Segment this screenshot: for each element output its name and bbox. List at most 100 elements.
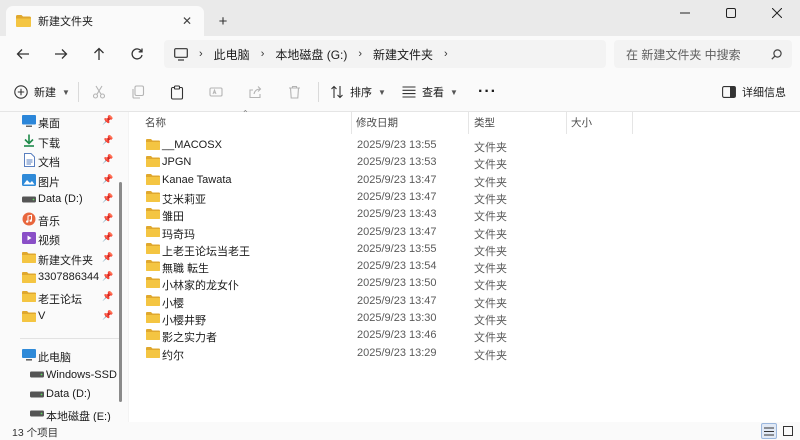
file-name[interactable]: 雏田 <box>162 208 184 224</box>
address-bar[interactable]: › 此电脑 › 本地磁盘 (G:) › 新建文件夹 › <box>164 40 606 68</box>
view-list-icon <box>402 86 416 98</box>
sidebar-item-documents[interactable]: 文档 📌 <box>0 151 118 170</box>
folder-icon <box>146 225 160 240</box>
column-header-type[interactable]: 类型 <box>474 115 495 130</box>
minimize-button[interactable] <box>662 0 708 26</box>
paste-button[interactable] <box>170 80 184 104</box>
file-name[interactable]: JPGN <box>162 156 191 168</box>
view-button-label: 查看 <box>422 87 444 99</box>
file-name[interactable]: 小樱井野 <box>162 312 206 328</box>
breadcrumb-drive-g[interactable]: 本地磁盘 (G:) <box>275 46 347 63</box>
sidebar-item-v[interactable]: V 📌 <box>0 307 118 326</box>
close-tab-button[interactable]: ✕ <box>176 10 198 32</box>
file-row[interactable]: 上老王论坛当老王 2025/9/23 13:55 文件夹 <box>129 241 800 258</box>
share-button[interactable] <box>248 80 262 104</box>
pin-icon: 📌 <box>102 193 114 203</box>
new-tab-button[interactable]: + <box>212 10 234 32</box>
file-row[interactable]: 影之实力者 2025/9/23 13:46 文件夹 <box>129 327 800 344</box>
file-name[interactable]: Kanae Tawata <box>162 174 232 186</box>
folder-icon <box>146 156 160 170</box>
file-row[interactable]: 艾米莉亚 2025/9/23 13:47 文件夹 <box>129 189 800 206</box>
refresh-button[interactable] <box>118 39 156 69</box>
sidebar-item-downloads[interactable]: 下载 📌 <box>0 132 118 151</box>
sidebar-item-label: 新建文件夹 <box>38 254 93 267</box>
delete-button[interactable] <box>288 80 301 104</box>
pin-icon: 📌 <box>102 232 114 242</box>
file-modified-date: 2025/9/23 13:43 <box>357 208 437 221</box>
sidebar-item-data-d[interactable]: Data (D:) 📌 <box>0 190 118 209</box>
sidebar-item-laowang[interactable]: 老王论坛 📌 <box>0 288 118 307</box>
pin-icon: 📌 <box>102 115 114 125</box>
new-button[interactable]: 新建 ▼ <box>14 80 70 104</box>
sidebar-item-new-folder[interactable]: 新建文件夹 📌 <box>0 249 118 268</box>
column-header-modified[interactable]: 修改日期 <box>356 115 398 130</box>
details-pane-icon <box>722 86 736 98</box>
column-divider[interactable] <box>351 112 352 134</box>
file-name[interactable]: 影之实力者 <box>162 329 217 345</box>
file-row[interactable]: 小林家的龙女仆 2025/9/23 13:50 文件夹 <box>129 275 800 292</box>
sidebar-scrollbar[interactable] <box>119 182 122 402</box>
file-row[interactable]: 玛奇玛 2025/9/23 13:47 文件夹 <box>129 224 800 241</box>
search-box[interactable]: 在 新建文件夹 中搜索 <box>614 40 792 68</box>
scissors-icon <box>92 85 106 99</box>
navigation-pane: 桌面 📌 下载 📌 文档 📌 图片 📌 Data (D:) 📌 音乐 📌 视频 … <box>0 112 128 422</box>
copy-button[interactable] <box>131 80 145 104</box>
file-row[interactable]: JPGN 2025/9/23 13:53 文件夹 <box>129 154 800 171</box>
file-name[interactable]: 艾米莉亚 <box>162 191 206 207</box>
file-name[interactable]: 上老王论坛当老王 <box>162 243 250 259</box>
search-input[interactable]: 在 新建文件夹 中搜索 <box>626 46 771 63</box>
folder-icon <box>146 277 160 291</box>
sidebar-item-pictures[interactable]: 图片 📌 <box>0 171 118 190</box>
sidebar-item-videos[interactable]: 视频 📌 <box>0 229 118 248</box>
up-button[interactable] <box>80 39 118 69</box>
file-row[interactable]: Kanae Tawata 2025/9/23 13:47 文件夹 <box>129 172 800 189</box>
column-divider[interactable] <box>566 112 567 134</box>
sidebar-item-music[interactable]: 音乐 📌 <box>0 210 118 229</box>
file-row[interactable]: 無職 転生 2025/9/23 13:54 文件夹 <box>129 258 800 275</box>
file-row[interactable]: 小樱井野 2025/9/23 13:30 文件夹 <box>129 310 800 327</box>
sidebar-item-3307886344[interactable]: 3307886344 📌 <box>0 268 118 287</box>
arrow-up-icon <box>94 47 104 60</box>
tiles-view-button[interactable] <box>780 423 796 439</box>
folder-icon <box>146 190 160 205</box>
pin-icon: 📌 <box>102 310 114 320</box>
details-view-button[interactable] <box>761 423 777 439</box>
column-divider[interactable] <box>632 112 633 134</box>
sidebar-item-data-d-pc[interactable]: Data (D:) <box>8 385 126 404</box>
details-pane-button[interactable]: 详细信息 <box>722 80 786 104</box>
folder-icon <box>146 139 160 153</box>
file-name[interactable]: 玛奇玛 <box>162 226 195 242</box>
tab-current-folder[interactable]: 新建文件夹 ✕ <box>6 6 204 36</box>
view-button[interactable]: 查看 ▼ <box>402 80 458 104</box>
maximize-button[interactable] <box>708 0 754 26</box>
file-name[interactable]: 约尔 <box>162 347 184 363</box>
column-header-size[interactable]: 大小 <box>571 115 592 130</box>
rename-button[interactable] <box>209 80 223 104</box>
file-name[interactable]: 小樱 <box>162 295 184 311</box>
forward-button[interactable] <box>42 39 80 69</box>
sidebar-item-this-pc[interactable]: 此电脑 <box>0 346 118 365</box>
file-name[interactable]: 小林家的龙女仆 <box>162 277 239 293</box>
cut-button[interactable] <box>92 80 106 104</box>
file-row[interactable]: 雏田 2025/9/23 13:43 文件夹 <box>129 206 800 223</box>
breadcrumb-current-folder[interactable]: 新建文件夹 <box>373 46 433 63</box>
more-options-button[interactable]: ··· <box>478 80 497 104</box>
file-row[interactable]: 约尔 2025/9/23 13:29 文件夹 <box>129 345 800 362</box>
breadcrumb-this-pc[interactable]: 此电脑 <box>214 46 250 63</box>
file-row[interactable]: __MACOSX 2025/9/23 13:55 文件夹 <box>129 137 800 154</box>
file-name[interactable]: __MACOSX <box>162 139 222 151</box>
sidebar-item-desktop[interactable]: 桌面 📌 <box>0 112 118 131</box>
sort-button[interactable]: 排序 ▼ <box>330 80 386 104</box>
chevron-down-icon: ▼ <box>62 87 70 97</box>
column-divider[interactable] <box>468 112 469 134</box>
title-bar: 新建文件夹 ✕ + <box>0 0 800 36</box>
back-button[interactable] <box>4 39 42 69</box>
file-row[interactable]: 小樱 2025/9/23 13:47 文件夹 <box>129 293 800 310</box>
file-name[interactable]: 無職 転生 <box>162 260 209 276</box>
close-window-button[interactable] <box>754 0 800 26</box>
toolbar-divider <box>318 82 319 102</box>
sidebar-item-local-disk-e[interactable]: 本地磁盘 (E:) <box>8 405 126 422</box>
video-icon <box>22 231 36 245</box>
column-header-name[interactable]: 名称 <box>145 115 166 130</box>
sidebar-item-windows-ssd[interactable]: Windows-SSD <box>8 366 126 385</box>
